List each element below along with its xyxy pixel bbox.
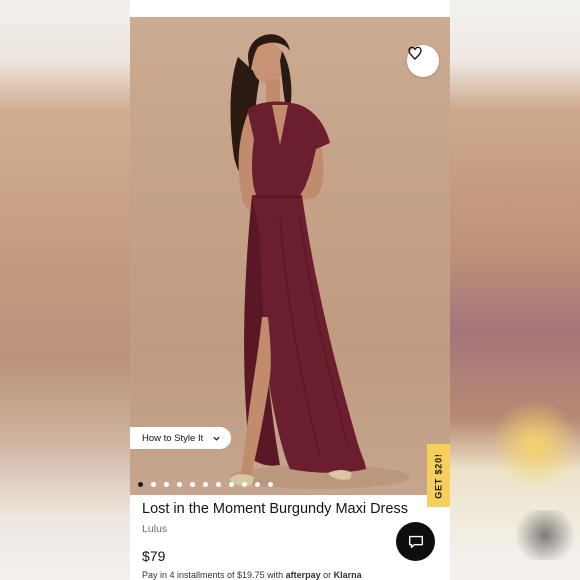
gallery-dot[interactable] (164, 482, 169, 487)
how-to-style-it-button[interactable]: How to Style It (130, 427, 231, 449)
product-title: Lost in the Moment Burgundy Maxi Dress (142, 501, 408, 517)
chat-bubble-icon (408, 535, 423, 548)
gallery-dot[interactable] (138, 482, 143, 487)
installments-text: Pay in 4 installments of $19.75 with (142, 570, 284, 580)
wishlist-button[interactable] (407, 45, 439, 77)
gallery-dot[interactable] (268, 482, 273, 487)
chevron-down-icon (213, 436, 220, 441)
chat-button[interactable] (396, 522, 435, 561)
gallery-dot[interactable] (216, 482, 221, 487)
gallery-dot[interactable] (203, 482, 208, 487)
product-page: How to Style It GET $20! Lost in the Mom… (130, 0, 450, 580)
installments-or: or (323, 570, 332, 580)
product-brand[interactable]: Lulus (142, 523, 167, 535)
afterpay-logo[interactable]: afterpay (286, 570, 321, 580)
product-price: $79 (142, 548, 166, 564)
gallery-dot[interactable] (255, 482, 260, 487)
gallery-dot[interactable] (190, 482, 195, 487)
gallery-dot[interactable] (242, 482, 247, 487)
gallery-pagination[interactable] (138, 482, 273, 487)
klarna-logo[interactable]: Klarna (334, 570, 362, 580)
heart-icon (408, 46, 422, 60)
gallery-dot[interactable] (229, 482, 234, 487)
style-button-label: How to Style It (142, 432, 204, 444)
backdrop-left-blur (0, 0, 130, 580)
backdrop-promo-blur (490, 400, 580, 490)
promo-tab[interactable]: GET $20! (427, 444, 450, 507)
gallery-dot[interactable] (151, 482, 156, 487)
promo-label: GET $20! (433, 452, 444, 499)
installments-note: Pay in 4 installments of $19.75 with aft… (142, 570, 362, 580)
product-image[interactable] (130, 17, 450, 495)
model-illustration (230, 34, 410, 489)
gallery-dot[interactable] (177, 482, 182, 487)
backdrop-right-blur (450, 0, 580, 580)
backdrop-chat-blur (510, 510, 580, 560)
